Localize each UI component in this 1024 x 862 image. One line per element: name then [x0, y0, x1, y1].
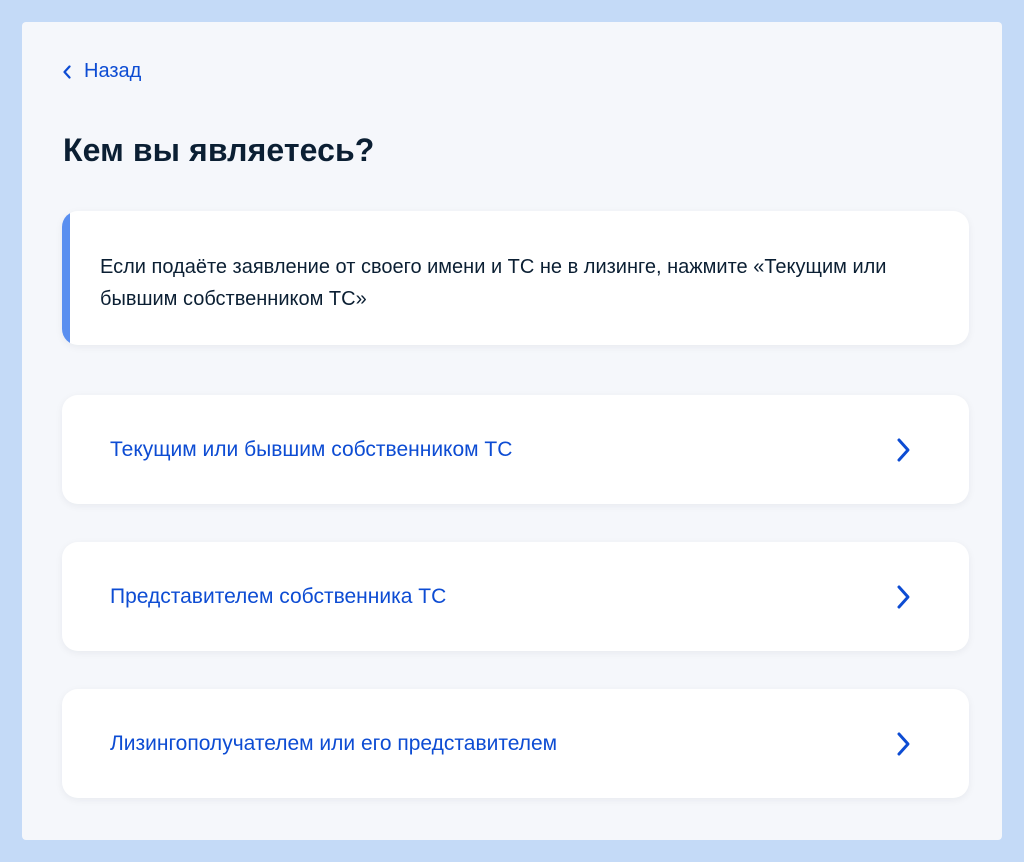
chevron-right-icon — [893, 436, 913, 464]
back-link[interactable]: Назад — [62, 60, 141, 83]
option-label: Лизингополучателем или его представителе… — [110, 731, 558, 755]
info-callout: Если подаёте заявление от своего имени и… — [62, 211, 969, 345]
option-label: Текущим или бывшим собственником ТС — [110, 437, 513, 461]
page-title: Кем вы являетесь? — [63, 132, 375, 168]
info-text: Если подаёте заявление от своего имени и… — [100, 256, 887, 310]
info-accent-bar — [62, 211, 70, 345]
option-current-or-former-owner[interactable]: Текущим или бывшим собственником ТС — [62, 395, 969, 504]
chevron-right-icon — [893, 583, 913, 611]
chevron-right-icon — [893, 730, 913, 758]
back-link-label: Назад — [84, 60, 142, 82]
option-lessee-or-representative[interactable]: Лизингополучателем или его представителе… — [62, 689, 969, 798]
option-owner-representative[interactable]: Представителем собственника ТС — [62, 542, 969, 651]
chevron-left-icon — [62, 64, 72, 79]
option-label: Представителем собственника ТС — [110, 584, 447, 608]
page-frame: Назад Кем вы являетесь? Если подаёте зая… — [22, 22, 1002, 840]
